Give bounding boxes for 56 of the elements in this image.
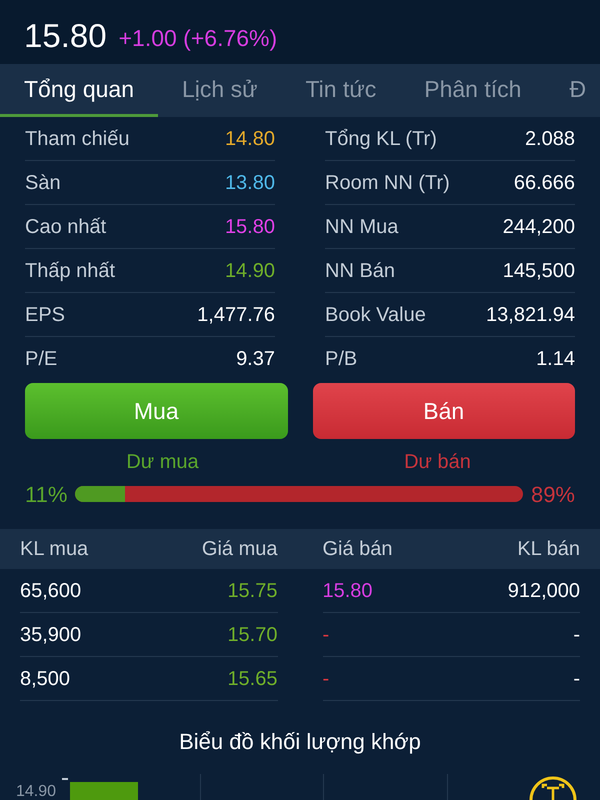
tab[interactable]: Lịch sử [158,64,282,118]
text-scan-icon[interactable] [529,774,577,800]
stat-value: 13,821.94 [486,302,575,328]
table-cell-text: - [322,622,330,648]
tab[interactable]: Tin tức [281,64,400,118]
stat-value: 1.14 [536,347,575,372]
sell-surplus-label: Dư bán [404,450,471,476]
stat-label: Tổng KL (Tr) [325,126,437,152]
table-cell-text: 15.65 [227,666,278,692]
tab[interactable]: Đ [545,64,600,118]
column-header: Giá mua [202,536,278,562]
stat-label: NN Mua [325,214,398,240]
table-cell-text: 912,000 [508,578,580,604]
column-header: KL mua [20,536,88,562]
stat-label: P/E [25,347,58,372]
table-cell-text: 8,500 [20,666,70,692]
stat-label: Cao nhất [25,214,106,240]
stat-label: P/B [325,347,358,372]
chart-title: Biểu đồ khối lượng khớp [179,728,421,756]
stat-value: 66.666 [514,170,575,196]
stock-price: 15.80 [24,19,107,52]
stat-value: 13.80 [224,170,275,196]
table-cell-text: - [573,622,580,648]
stat-value: 14.80 [224,126,275,152]
stat-value: 244,200 [502,214,575,240]
sell-percent: 89% [530,480,575,509]
stat-value: 9.37 [236,347,275,372]
table-cell-text: 15.80 [322,578,373,604]
price-change: +1.00 (+6.76%) [118,27,278,52]
stat-value: 145,500 [502,258,575,284]
stat-label: EPS [25,302,66,328]
sell-button[interactable]: Bán [312,383,575,440]
stat-value: 2.088 [524,126,575,152]
axis-label: 14.90 [16,784,56,800]
stat-value: 15.80 [224,214,275,240]
stat-label: Tham chiếu [25,126,130,152]
buy-surplus-label: Dư mua [126,450,199,476]
table-cell-text: 15.70 [227,622,278,648]
stat-label: Sàn [25,170,61,196]
stat-label: NN Bán [325,258,396,284]
buy-percent: 11% [25,480,68,509]
stat-label: Book Value [325,302,426,328]
column-header: KL bán [517,536,580,562]
table-cell-text: - [573,666,580,692]
stat-value: 14.90 [224,258,275,284]
stat-label: Thấp nhất [25,258,116,284]
tab[interactable]: Tổng quan [0,64,158,118]
buy-button[interactable]: Mua [25,383,288,440]
stat-label: Room NN (Tr) [325,170,450,196]
table-cell-text: 15.75 [227,578,278,604]
stat-value: 1,477.76 [197,302,275,328]
column-header: Giá bán [322,536,393,562]
tab[interactable]: Phân tích [400,64,546,118]
table-cell-text: - [322,666,330,692]
table-cell-text: 35,900 [20,622,82,648]
table-cell-text: 65,600 [20,578,82,604]
